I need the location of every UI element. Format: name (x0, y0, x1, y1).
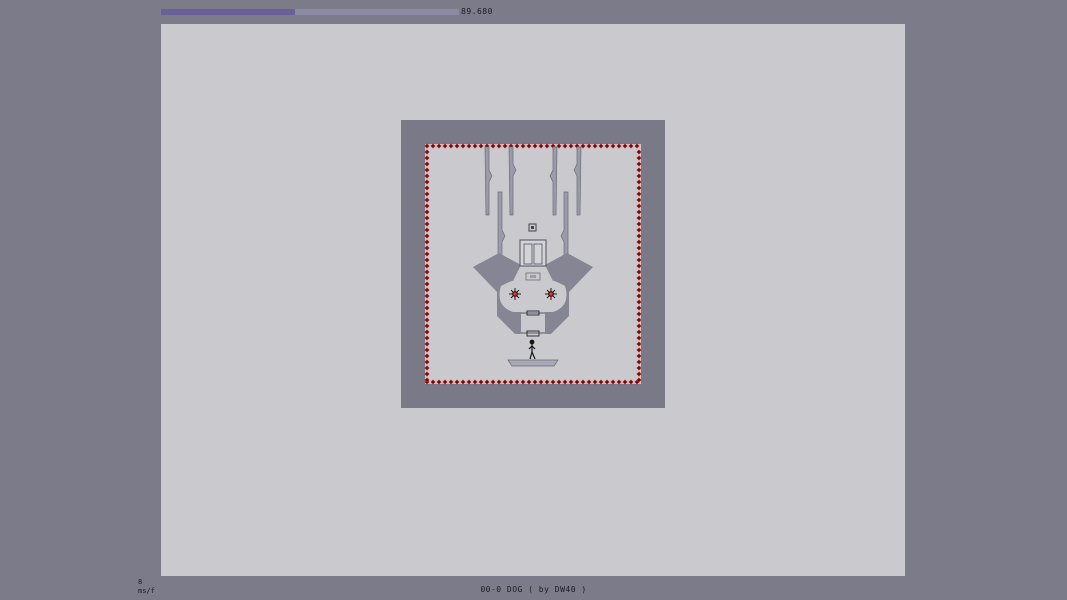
level-title: 00-0 DOG ( by DW40 ) (480, 585, 587, 594)
exit-door-icon[interactable] (519, 239, 547, 267)
nose-dot (530, 275, 536, 278)
time-bar-fill (161, 9, 296, 15)
time-bar (161, 9, 459, 15)
level-map (424, 143, 642, 385)
time-remaining: 89.680 (461, 7, 493, 16)
floor-platform (507, 359, 559, 367)
exit-switch-icon[interactable] (528, 223, 537, 232)
